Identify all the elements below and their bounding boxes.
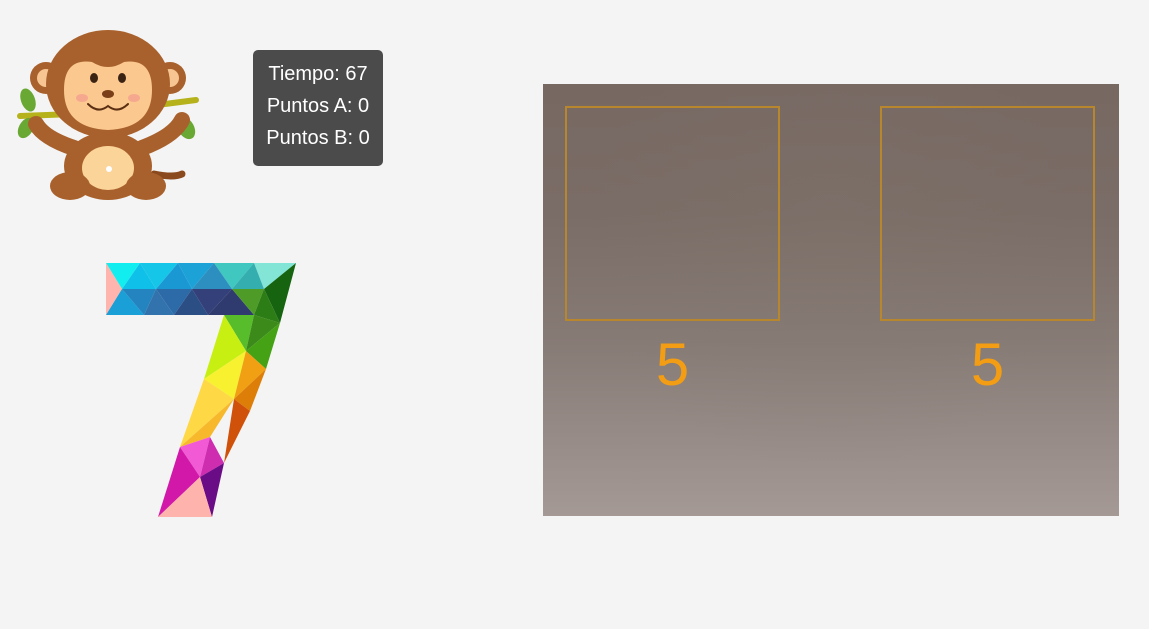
monkey-icon: [17, 30, 199, 200]
points-a-label: Puntos A: 0: [266, 95, 370, 117]
number-seven-icon: [106, 263, 296, 517]
answer-zone-b[interactable]: [880, 106, 1095, 321]
game-screen: Tiempo: 67 Puntos A: 0 Puntos B: 0 5 5: [0, 0, 1149, 629]
answer-zone-a[interactable]: [565, 106, 780, 321]
answer-zone-b-number: 5: [970, 331, 1005, 398]
score-panel: Tiempo: 67 Puntos A: 0 Puntos B: 0: [253, 50, 383, 166]
answer-zone-a-number: 5: [655, 331, 690, 398]
time-label: Tiempo: 67: [268, 63, 368, 85]
camera-feed: 5 5: [543, 84, 1119, 516]
points-b-label: Puntos B: 0: [266, 127, 370, 149]
